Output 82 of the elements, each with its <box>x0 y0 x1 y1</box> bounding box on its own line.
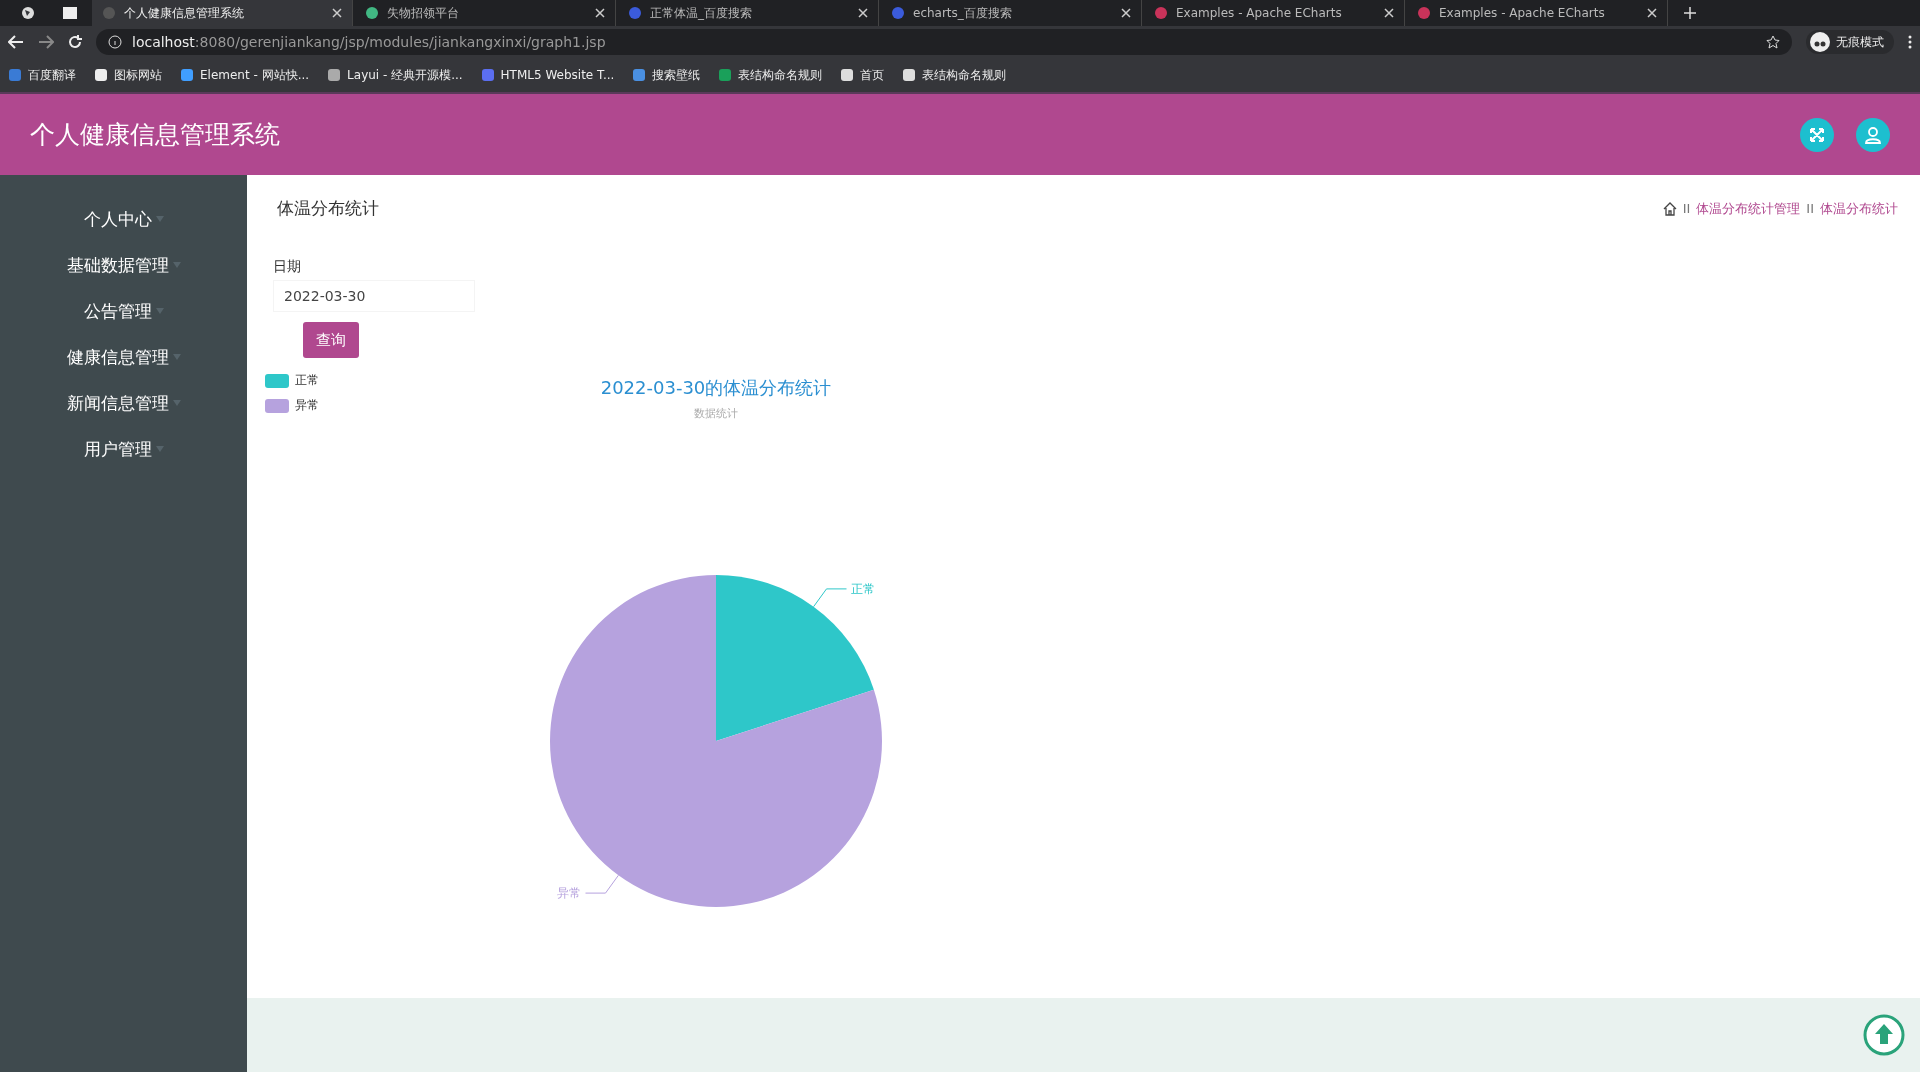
tab-favicon-icon <box>1417 6 1431 20</box>
page-title: 体温分布统计 <box>277 197 379 220</box>
chart-subtitle: 数据统计 <box>693 406 739 421</box>
sidebar-item[interactable]: 公告管理 <box>83 298 164 324</box>
legend-label: 异常 <box>295 397 319 414</box>
tab-favicon-icon <box>1154 6 1168 20</box>
bookmark-favicon-icon <box>8 68 22 82</box>
sidebar-item[interactable]: 健康信息管理 <box>66 344 181 370</box>
tab-favicon-icon <box>628 6 642 20</box>
fullscreen-button[interactable] <box>1800 117 1834 152</box>
leader-line <box>585 874 619 894</box>
caret-icon <box>155 216 164 222</box>
bookmark[interactable]: 表结构命名规则 <box>718 66 823 84</box>
user-button[interactable] <box>1856 117 1890 152</box>
breadcrumb-separator: II <box>1806 201 1814 216</box>
slice-label: 正常 <box>850 581 875 596</box>
legend-item[interactable]: 异常 <box>265 397 319 414</box>
bookmark-favicon-icon <box>840 68 855 82</box>
new-tab-icon[interactable] <box>1684 7 1696 19</box>
expand-icon <box>1809 126 1825 143</box>
leader-line <box>813 588 847 608</box>
tab-favicon-icon <box>365 6 379 20</box>
menu-icon[interactable] <box>1908 35 1912 49</box>
user-icon <box>1864 125 1882 144</box>
bookmark-favicon-icon <box>480 68 495 82</box>
caret-icon <box>172 262 181 268</box>
url-text: localhost:8080/gerenjiankang/jsp/modules/jiankangxinxi/graph1.jsp <box>132 34 606 50</box>
caret-icon <box>172 354 181 360</box>
bookmark[interactable]: 图标网站 <box>94 66 162 84</box>
date-field[interactable]: 2022-03-30 <box>273 280 475 312</box>
breadcrumb-separator: II <box>1682 201 1691 216</box>
close-icon[interactable] <box>332 8 342 18</box>
bookmark[interactable]: 首页 <box>840 66 885 84</box>
chart-title: 2022-03-30的体温分布统计 <box>599 376 833 400</box>
breadcrumb-link[interactable]: 体温分布统计 <box>1820 199 1898 218</box>
star-icon[interactable] <box>1766 35 1780 49</box>
app-title: 个人健康信息管理系统 <box>30 119 281 151</box>
back-to-top-icon[interactable] <box>1862 1013 1906 1057</box>
sidebar-item[interactable]: 基础数据管理 <box>66 252 181 278</box>
legend-item[interactable]: 正常 <box>265 372 319 389</box>
caret-icon <box>155 308 164 314</box>
sidebar-item[interactable]: 用户管理 <box>83 436 164 462</box>
bookmark-favicon-icon <box>180 68 194 82</box>
bookmark-favicon-icon <box>718 68 733 82</box>
caret-icon <box>155 446 164 452</box>
forward-icon[interactable] <box>38 35 54 49</box>
bookmark[interactable]: 表结构命名规则 <box>902 66 1007 84</box>
bookmark[interactable]: 百度翻译 <box>8 66 76 84</box>
bookmark[interactable]: 搜索壁纸 <box>632 66 701 84</box>
legend-label: 正常 <box>295 372 319 389</box>
incognito-icon <box>1810 32 1830 52</box>
back-icon[interactable] <box>8 35 24 49</box>
bookmark-favicon-icon <box>327 68 342 82</box>
sidebar-item[interactable]: 个人中心 <box>83 206 164 232</box>
legend-swatch <box>265 373 289 388</box>
incognito-badge[interactable]: 无痕模式 <box>1806 30 1894 54</box>
info-icon <box>108 35 122 49</box>
slice-label: 异常 <box>557 886 582 901</box>
caret-icon <box>172 400 181 406</box>
bookmark-favicon-icon <box>632 68 647 82</box>
home-icon[interactable] <box>1662 201 1677 216</box>
bookmark-favicon-icon <box>94 68 108 82</box>
legend-swatch <box>265 398 289 413</box>
close-icon[interactable] <box>595 8 605 18</box>
bookmark[interactable]: Element - 网站快... <box>180 66 310 84</box>
query-button[interactable]: 查询 <box>303 322 359 358</box>
sidebar-item[interactable]: 新闻信息管理 <box>66 390 181 416</box>
address-bar[interactable]: localhost:8080/gerenjiankang/jsp/modules/jiankangxinxi/graph1.jsp <box>96 29 1792 55</box>
close-icon[interactable] <box>1647 8 1657 18</box>
breadcrumb-link[interactable]: 体温分布统计管理 <box>1696 199 1801 218</box>
browser-tab[interactable]: 个人健康信息管理系统 <box>92 0 353 26</box>
browser-icon <box>21 6 35 20</box>
tab-favicon-icon <box>102 6 116 20</box>
date-label: 日期 <box>273 258 302 276</box>
bookmark-favicon-icon <box>902 68 917 82</box>
bookmark[interactable]: Layui - 经典开源模... <box>327 66 463 84</box>
close-icon[interactable] <box>1384 8 1394 18</box>
close-icon[interactable] <box>858 8 868 18</box>
close-icon[interactable] <box>1121 8 1131 18</box>
reload-icon[interactable] <box>68 35 82 49</box>
bookmark[interactable]: HTML5 Website T... <box>480 68 615 82</box>
tab-favicon-icon <box>891 6 905 20</box>
